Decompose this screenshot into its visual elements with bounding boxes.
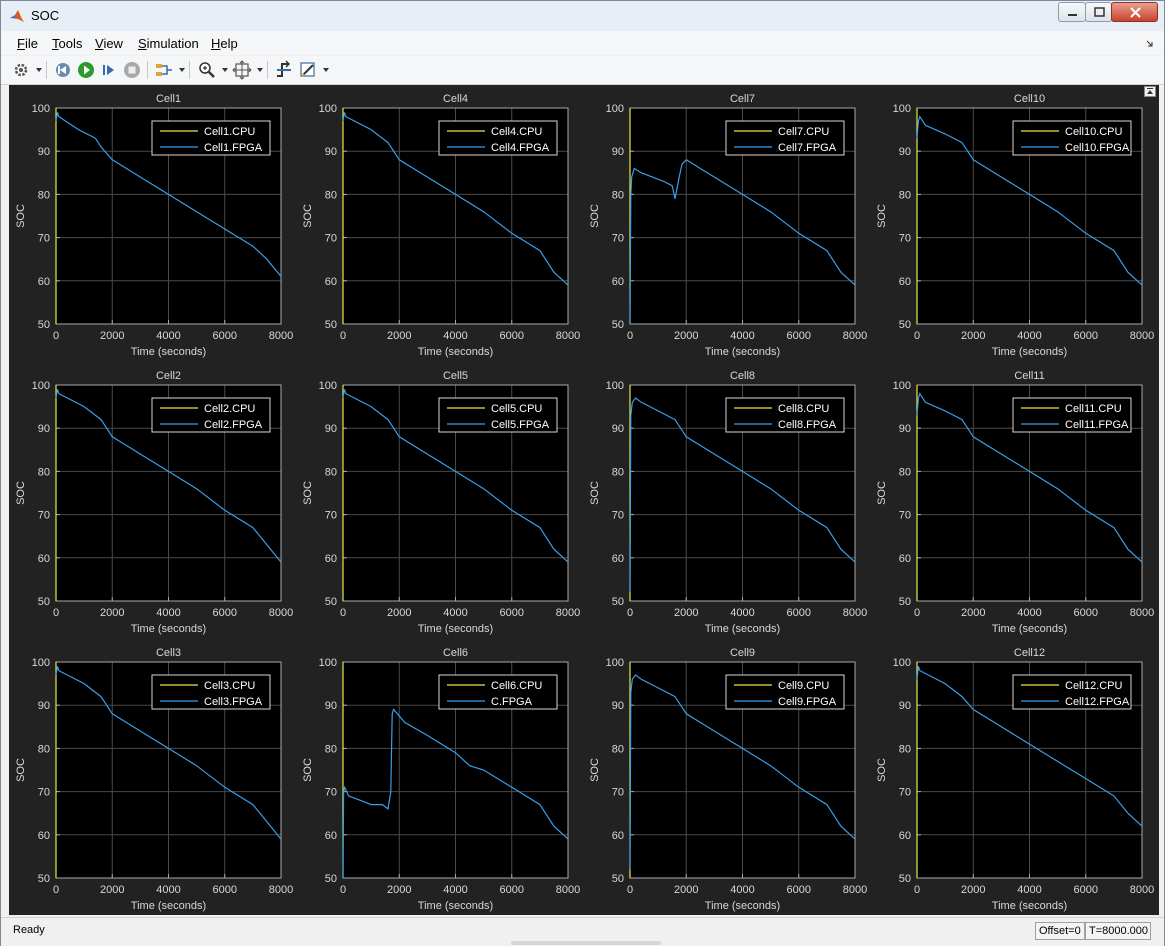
stop-icon[interactable] [122, 60, 142, 80]
scope-display-area [9, 85, 1159, 915]
fit-to-view-icon[interactable] [232, 60, 252, 80]
trigger-icon[interactable] [274, 60, 294, 80]
resize-grip[interactable] [511, 941, 661, 945]
fit-dropdown[interactable] [257, 68, 263, 72]
toolbar [1, 56, 1164, 136]
close-button[interactable] [1111, 2, 1158, 22]
settings-icon[interactable] [11, 60, 31, 80]
signal-selector-dropdown[interactable] [179, 68, 185, 72]
window-title: SOC [31, 8, 60, 23]
time-readout: T=8000.000 [1085, 922, 1151, 940]
toolbar-separator [189, 61, 190, 79]
dock-arrow-icon[interactable] [1146, 40, 1154, 48]
style-icon[interactable] [298, 60, 318, 80]
scope-window: SOC File Tools View Simulation Help 0 20… [0, 0, 1165, 946]
step-forward-icon[interactable] [99, 60, 119, 80]
settings-dropdown[interactable] [36, 68, 42, 72]
title-bar[interactable]: SOC [1, 1, 1164, 32]
toolbar-separator [147, 61, 148, 79]
maximize-button[interactable] [1085, 2, 1112, 22]
toolbar-separator [46, 61, 47, 79]
menu-tools[interactable]: Tools [52, 36, 82, 51]
run-icon[interactable] [76, 60, 96, 80]
menu-help[interactable]: Help [211, 36, 238, 51]
status-text: Ready [13, 924, 45, 936]
menu-bar: File Tools View Simulation Help [1, 31, 1164, 55]
step-back-icon[interactable] [53, 60, 73, 80]
offset-readout: Offset=0 [1035, 922, 1085, 940]
menu-file[interactable]: File [17, 36, 38, 51]
signal-selector-icon[interactable] [154, 60, 174, 80]
style-dropdown[interactable] [323, 68, 329, 72]
zoom-dropdown[interactable] [222, 68, 228, 72]
toolbar-separator [267, 61, 268, 79]
menu-view[interactable]: View [95, 36, 123, 51]
expand-axes-button[interactable] [1144, 86, 1156, 97]
matlab-logo-icon [10, 10, 24, 22]
zoom-icon[interactable] [197, 60, 217, 80]
menu-simulation[interactable]: Simulation [138, 36, 199, 51]
minimize-button[interactable] [1058, 2, 1086, 22]
